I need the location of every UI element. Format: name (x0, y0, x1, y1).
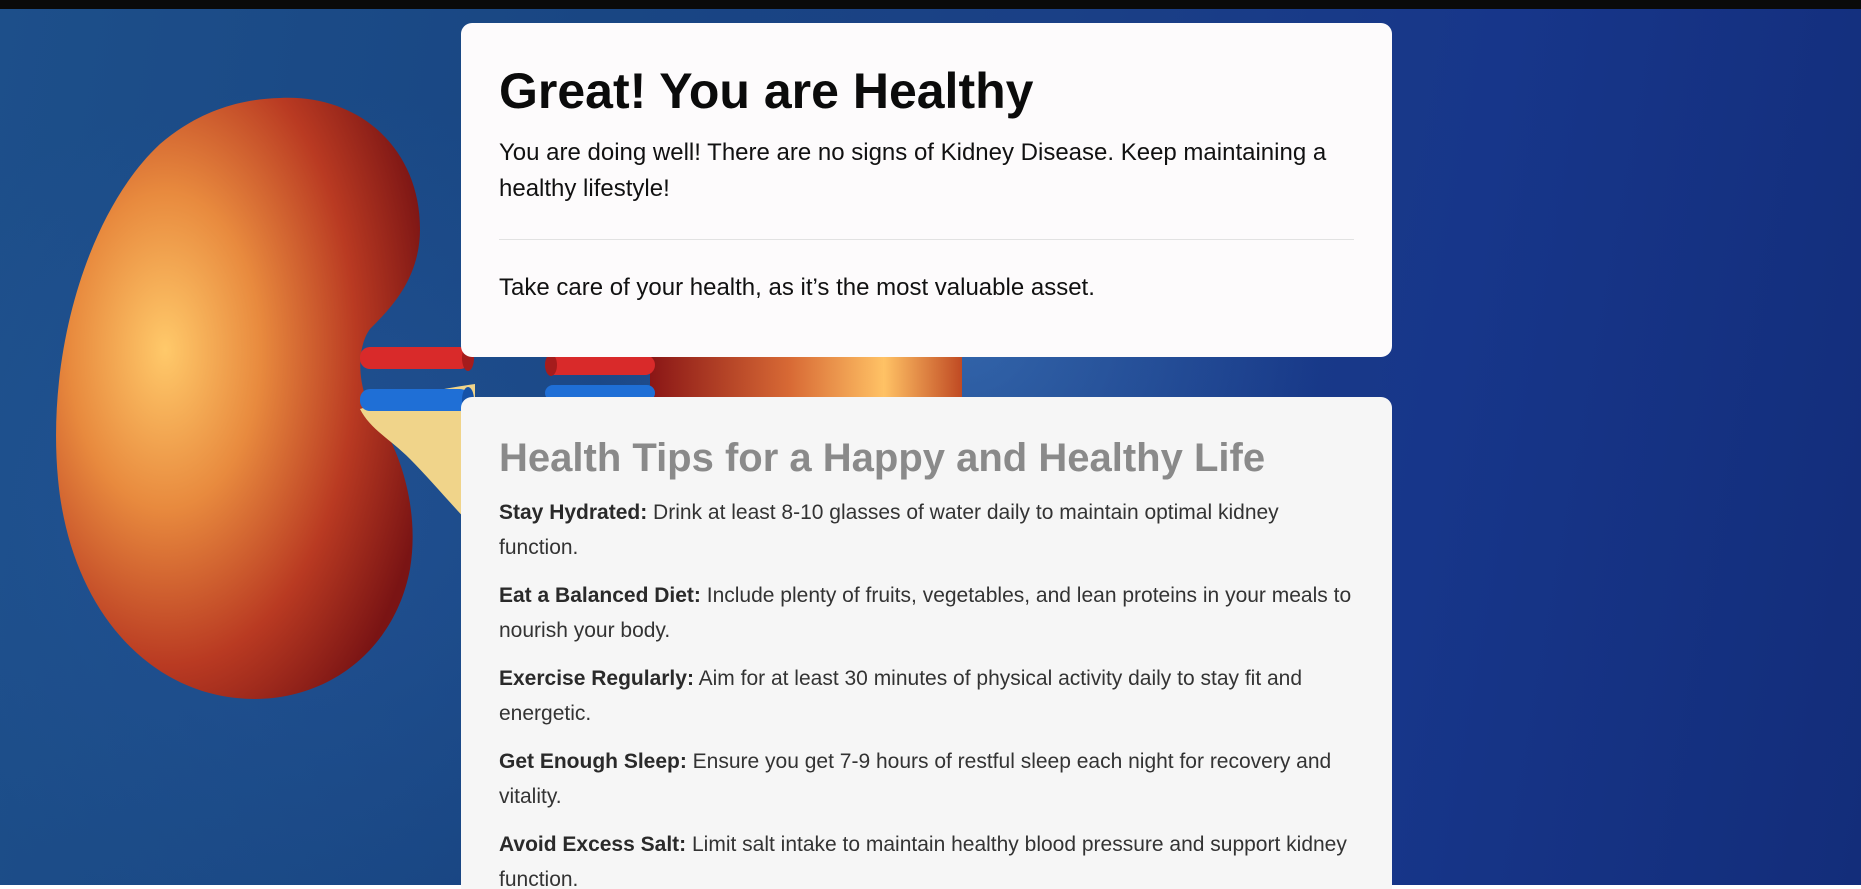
result-card: Great! You are Healthy You are doing wel… (461, 23, 1392, 357)
browser-top-bar (0, 0, 1861, 9)
result-message: You are doing well! There are no signs o… (499, 139, 1327, 202)
tip-label: Get Enough Sleep: (499, 750, 687, 773)
health-quote: Take care of your health, as it’s the mo… (499, 274, 1095, 301)
tip-item: Exercise Regularly: Aim for at least 30 … (499, 661, 1354, 731)
tip-item: Get Enough Sleep: Ensure you get 7-9 hou… (499, 744, 1354, 814)
tip-item: Stay Hydrated: Drink at least 8-10 glass… (499, 495, 1354, 565)
tip-label: Stay Hydrated: (499, 501, 648, 524)
tips-list: Stay Hydrated: Drink at least 8-10 glass… (499, 495, 1354, 889)
tip-label: Exercise Regularly: (499, 667, 694, 690)
tip-item: Avoid Excess Salt: Limit salt intake to … (499, 827, 1354, 889)
tips-title: Health Tips for a Happy and Healthy Life (499, 436, 1266, 480)
health-tips-card: Health Tips for a Happy and Healthy Life… (461, 397, 1392, 889)
tip-label: Avoid Excess Salt: (499, 833, 687, 856)
result-title: Great! You are Healthy (499, 63, 1034, 119)
divider (499, 239, 1354, 240)
tip-item: Eat a Balanced Diet: Include plenty of f… (499, 578, 1354, 648)
tip-label: Eat a Balanced Diet: (499, 584, 701, 607)
